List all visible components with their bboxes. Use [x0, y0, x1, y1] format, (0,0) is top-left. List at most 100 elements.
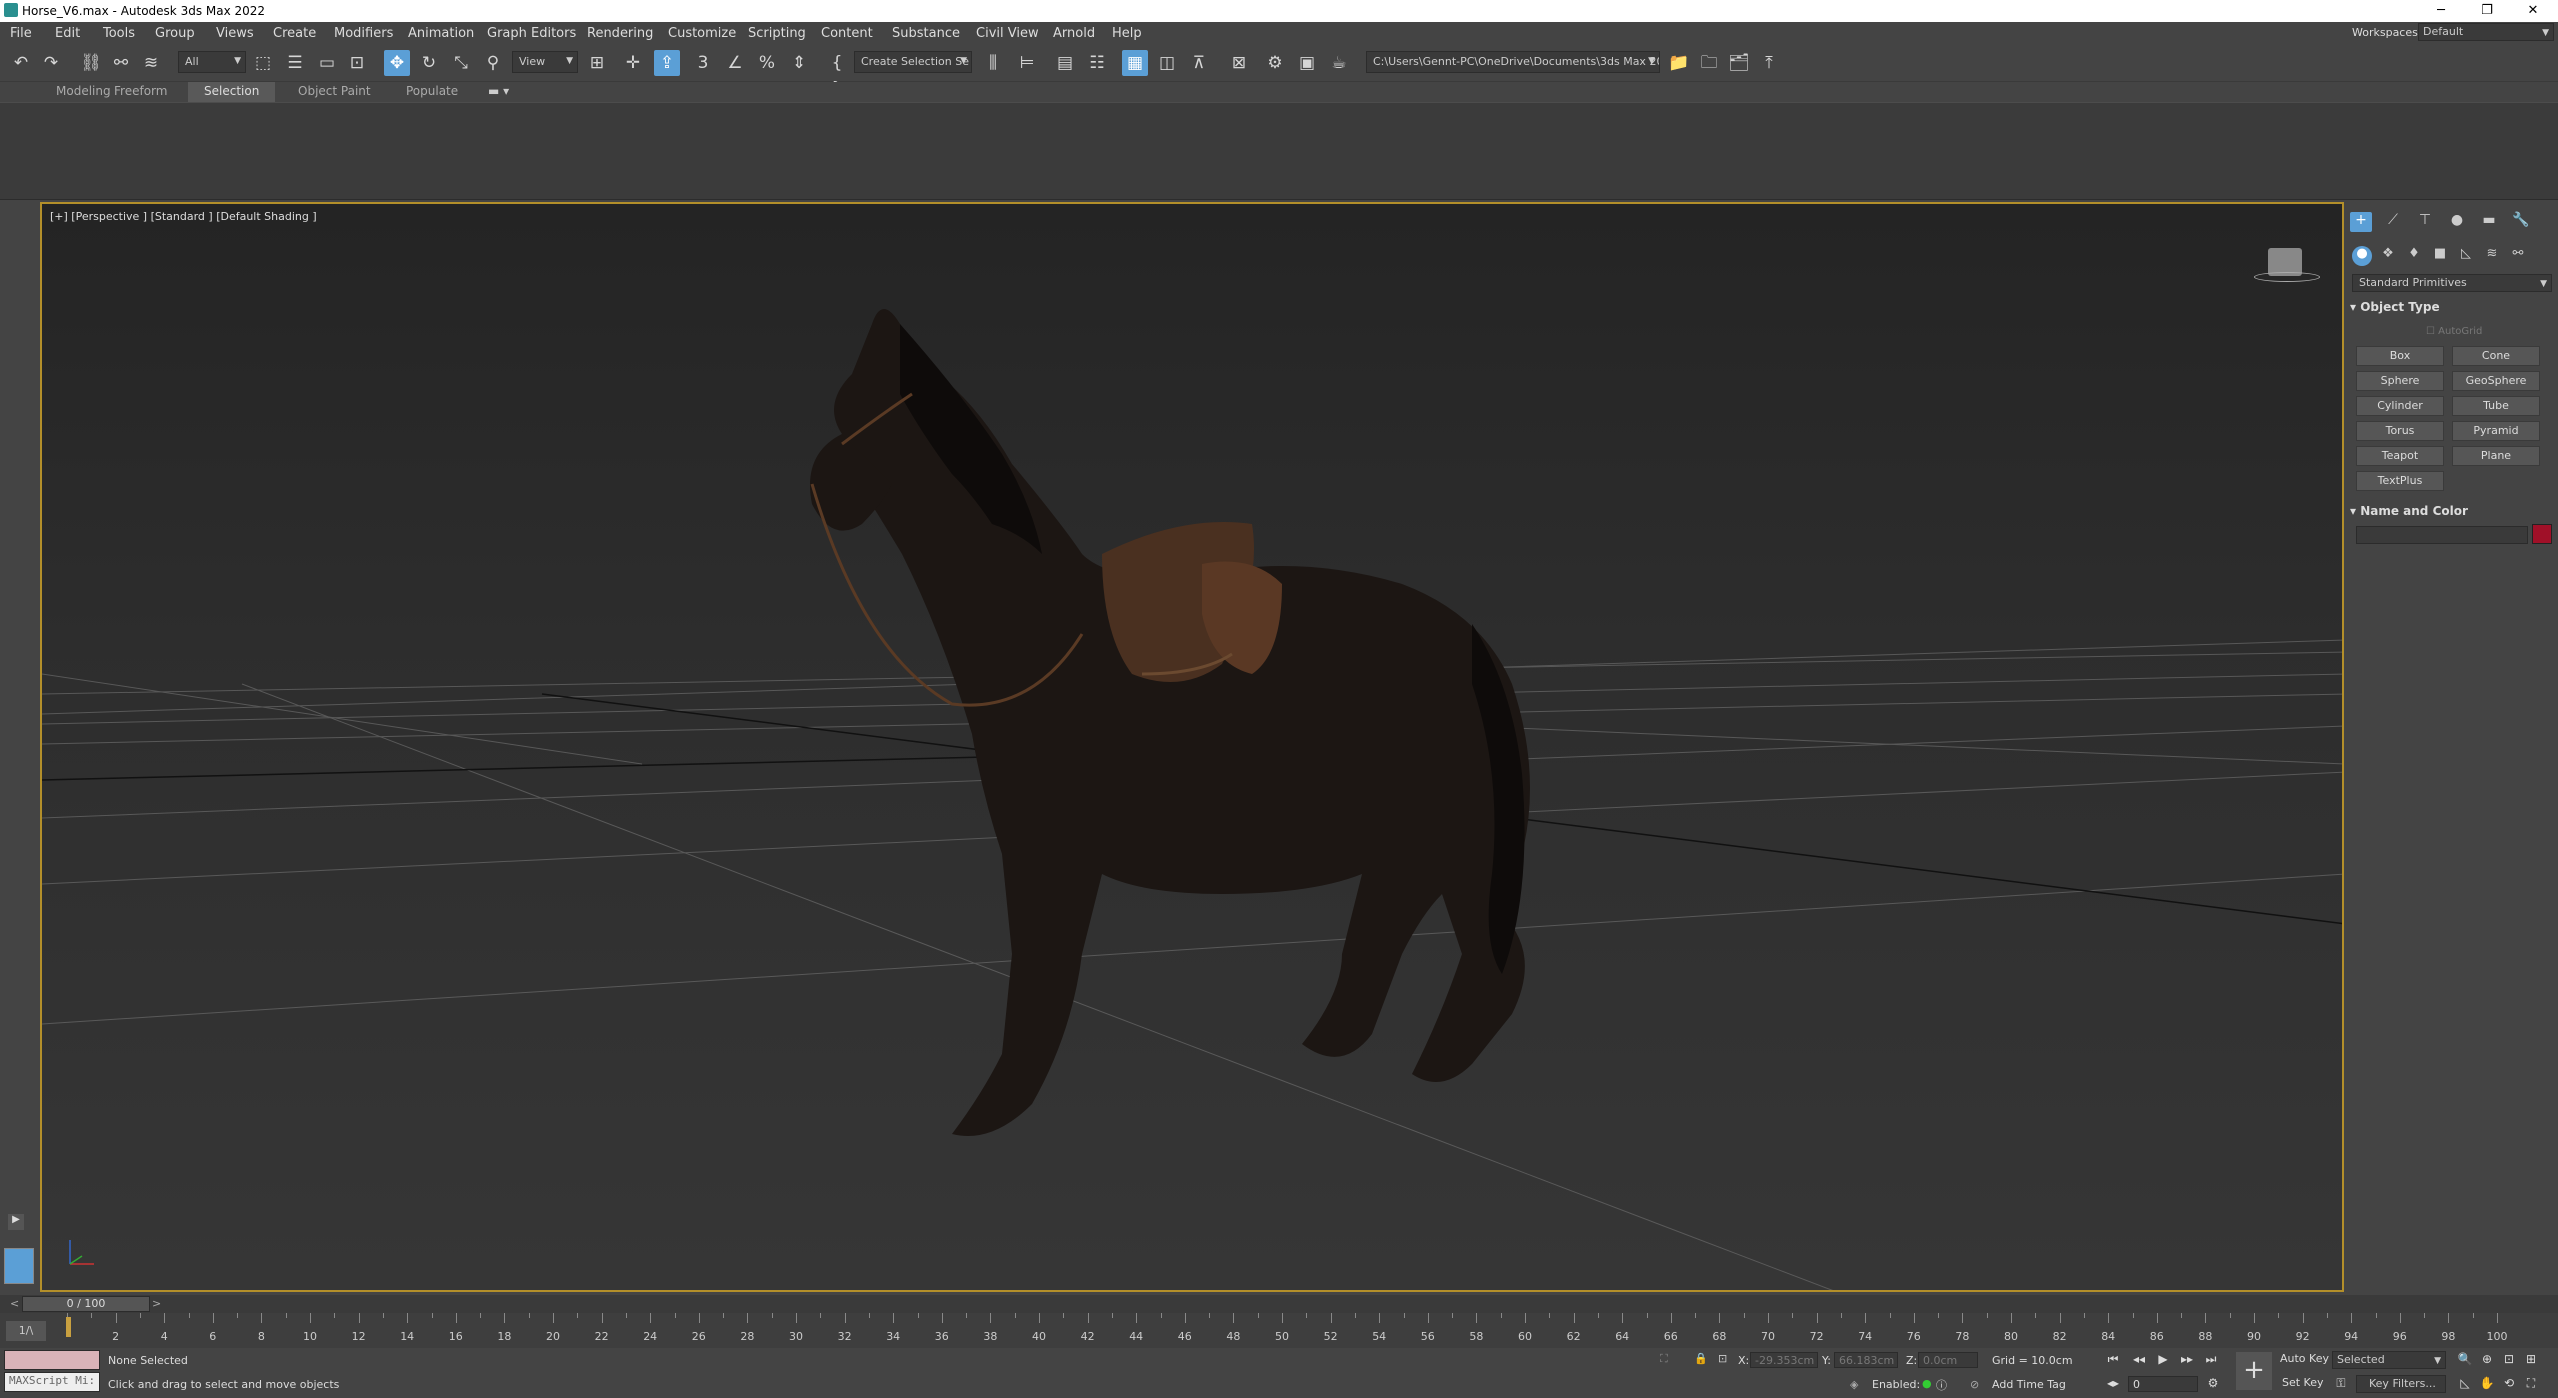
menu-group[interactable]: Group — [155, 26, 195, 41]
menu-customize[interactable]: Customize — [668, 26, 736, 41]
z-coordinate-field[interactable]: 0.0cm — [1918, 1352, 1978, 1368]
motion-tab-icon[interactable]: ● — [2446, 212, 2468, 232]
unlink-icon[interactable]: ⚯ — [108, 50, 134, 76]
select-rotate-icon[interactable]: ↻ — [416, 50, 442, 76]
ribbon-options-icon[interactable]: ▬ ▾ — [478, 82, 519, 102]
menu-scripting[interactable]: Scripting — [748, 26, 806, 41]
bind-space-warp-icon[interactable]: ≋ — [138, 50, 164, 76]
orbit-icon[interactable]: ⟲ — [2500, 1376, 2518, 1392]
absolute-mode-icon[interactable]: ⊡ — [1718, 1352, 1727, 1365]
menu-tools[interactable]: Tools — [103, 26, 135, 41]
play-icon[interactable]: ▶ — [2154, 1352, 2172, 1368]
track-bar-ruler[interactable]: 2 4 6 8 10 12 14 16 18 20 22 24 26 28 30 32 34 36 38 40 42 44… — [67, 1313, 2508, 1348]
window-crossing-icon[interactable]: ⊡ — [344, 50, 370, 76]
enabled-indicator-icon[interactable]: ● — [1922, 1377, 1932, 1390]
object-type-rollout[interactable]: ▾ Object Type — [2350, 300, 2554, 314]
curve-editor-icon[interactable]: ◫ — [1154, 50, 1180, 76]
menu-file[interactable]: File — [10, 26, 32, 41]
select-object-icon[interactable]: ⬚ — [250, 50, 276, 76]
project-path-dropdown[interactable]: C:\Users\Gennt-PC\OneDrive\Documents\3ds… — [1366, 51, 1660, 73]
zoom-extents-all-icon[interactable]: ⊞ — [2522, 1352, 2540, 1368]
lights-icon[interactable]: ♦ — [2404, 246, 2424, 266]
select-scale-icon[interactable]: ⤡ — [448, 50, 474, 76]
set-keys-icon[interactable]: + — [2236, 1352, 2272, 1390]
rectangular-selection-icon[interactable]: ▭ — [314, 50, 340, 76]
tab-populate[interactable]: Populate — [396, 82, 468, 102]
current-frame-field[interactable]: 0 — [2128, 1376, 2198, 1392]
x-coordinate-field[interactable]: -29.353cm — [1750, 1352, 1818, 1368]
time-slider[interactable]: < 0 / 100 > — [0, 1295, 2558, 1313]
project-settings-icon[interactable]: ⤒ — [1756, 50, 1782, 76]
utilities-tab-icon[interactable]: 🔧 — [2510, 212, 2532, 232]
object-name-field[interactable] — [2356, 526, 2528, 544]
auto-key-button[interactable]: Auto Key — [2280, 1352, 2330, 1368]
spinner-snap-icon[interactable]: ⇕ — [786, 50, 812, 76]
project-folder-icon[interactable]: 🗀 — [1696, 50, 1722, 76]
place-icon[interactable]: ⚲ — [480, 50, 506, 76]
next-frame-icon[interactable]: ▸▸ — [2178, 1352, 2196, 1368]
torus-button[interactable]: Torus — [2356, 421, 2444, 441]
adaptive-degradation-icon[interactable]: ◈ — [1850, 1378, 1858, 1391]
zoom-all-icon[interactable]: ⊕ — [2478, 1352, 2496, 1368]
snaps-toggle-icon[interactable]: 3 — [690, 50, 716, 76]
info-icon[interactable]: ⓘ — [1936, 1377, 1947, 1393]
menu-modifiers[interactable]: Modifiers — [334, 26, 393, 41]
modify-tab-icon[interactable]: ⟋ — [2382, 212, 2404, 232]
zoom-extents-icon[interactable]: ⊡ — [2500, 1352, 2518, 1368]
ribbon-toggle-icon[interactable]: ▦ — [1122, 50, 1148, 76]
autogrid-checkbox[interactable]: ☐ AutoGrid — [2426, 326, 2482, 337]
menu-create[interactable]: Create — [273, 26, 316, 41]
pan-view-icon[interactable]: ✋ — [2478, 1376, 2496, 1392]
perspective-viewport[interactable]: [+] [Perspective ] [Standard ] [Default … — [40, 202, 2344, 1292]
add-time-tag[interactable]: Add Time Tag — [1992, 1378, 2066, 1391]
create-tab-icon[interactable]: + — [2350, 212, 2372, 232]
track-bar[interactable]: 1/\ 2 4 6 8 10 12 14 16 18 20 22 24 26 28 30 32 34 36 38 40… — [0, 1313, 2558, 1348]
align-icon[interactable]: ⊨ — [1014, 50, 1040, 76]
key-mode-dropdown[interactable]: Selected ▼ — [2332, 1351, 2446, 1369]
key-filters-button[interactable]: Key Filters... — [2356, 1375, 2446, 1393]
redo-icon[interactable]: ↷ — [38, 50, 64, 76]
close-button[interactable]: ✕ — [2510, 0, 2556, 22]
time-slider-prev-icon[interactable]: < — [10, 1297, 19, 1310]
rendered-frame-window-icon[interactable]: ▣ — [1294, 50, 1320, 76]
curve-editor-mini-icon[interactable]: 1/\ — [6, 1321, 46, 1341]
go-to-start-icon[interactable]: ⏮ — [2104, 1352, 2122, 1368]
isolate-selection-icon[interactable]: ⛶ — [1660, 1352, 1668, 1366]
project-browse-icon[interactable]: 🗂 — [1726, 50, 1752, 76]
mirror-icon[interactable]: ⫼ — [980, 50, 1006, 76]
menu-edit[interactable]: Edit — [55, 26, 80, 41]
zoom-icon[interactable]: 🔍 — [2456, 1352, 2474, 1368]
expand-layout-icon[interactable]: ▶ — [8, 1214, 24, 1230]
box-button[interactable]: Box — [2356, 346, 2444, 366]
undo-icon[interactable]: ↶ — [8, 50, 34, 76]
teapot-button[interactable]: Teapot — [2356, 446, 2444, 466]
select-manipulate-icon[interactable]: ✛ — [620, 50, 646, 76]
time-slider-next-icon[interactable]: > — [152, 1297, 161, 1310]
plane-button[interactable]: Plane — [2452, 446, 2540, 466]
selection-filter-dropdown[interactable]: All ▼ — [178, 51, 246, 73]
sphere-button[interactable]: Sphere — [2356, 371, 2444, 391]
time-slider-thumb[interactable]: 0 / 100 — [22, 1296, 150, 1312]
name-and-color-rollout[interactable]: ▾ Name and Color — [2350, 504, 2554, 518]
selection-lock-icon[interactable]: 🔒 — [1694, 1352, 1708, 1365]
y-coordinate-field[interactable]: 66.183cm — [1834, 1352, 1898, 1368]
systems-icon[interactable]: ⚯ — [2508, 246, 2528, 266]
cameras-icon[interactable]: ■ — [2430, 246, 2450, 266]
object-color-swatch[interactable] — [2532, 524, 2552, 544]
keyboard-shortcut-override-icon[interactable]: ⇪ — [654, 50, 680, 76]
select-move-icon[interactable]: ✥ — [384, 50, 410, 76]
maxscript-mini-listener[interactable]: MAXScript Mi: — [4, 1372, 100, 1392]
select-by-name-icon[interactable]: ☰ — [282, 50, 308, 76]
key-mode-toggle-icon[interactable]: ◂▸ — [2104, 1376, 2122, 1392]
workspace-dropdown[interactable]: Default ▼ — [2418, 23, 2554, 41]
set-project-icon[interactable]: 📁 — [1666, 50, 1692, 76]
tab-object-paint[interactable]: Object Paint — [288, 82, 381, 102]
field-of-view-icon[interactable]: ◺ — [2456, 1376, 2474, 1392]
named-selection-sets-dropdown[interactable]: Create Selection Se ▼ — [854, 51, 972, 73]
percent-snap-icon[interactable]: % — [754, 50, 780, 76]
space-warps-icon[interactable]: ≋ — [2482, 246, 2502, 266]
menu-views[interactable]: Views — [216, 26, 254, 41]
menu-animation[interactable]: Animation — [408, 26, 474, 41]
tube-button[interactable]: Tube — [2452, 396, 2540, 416]
time-configuration-icon[interactable]: ⚙ — [2204, 1376, 2222, 1392]
